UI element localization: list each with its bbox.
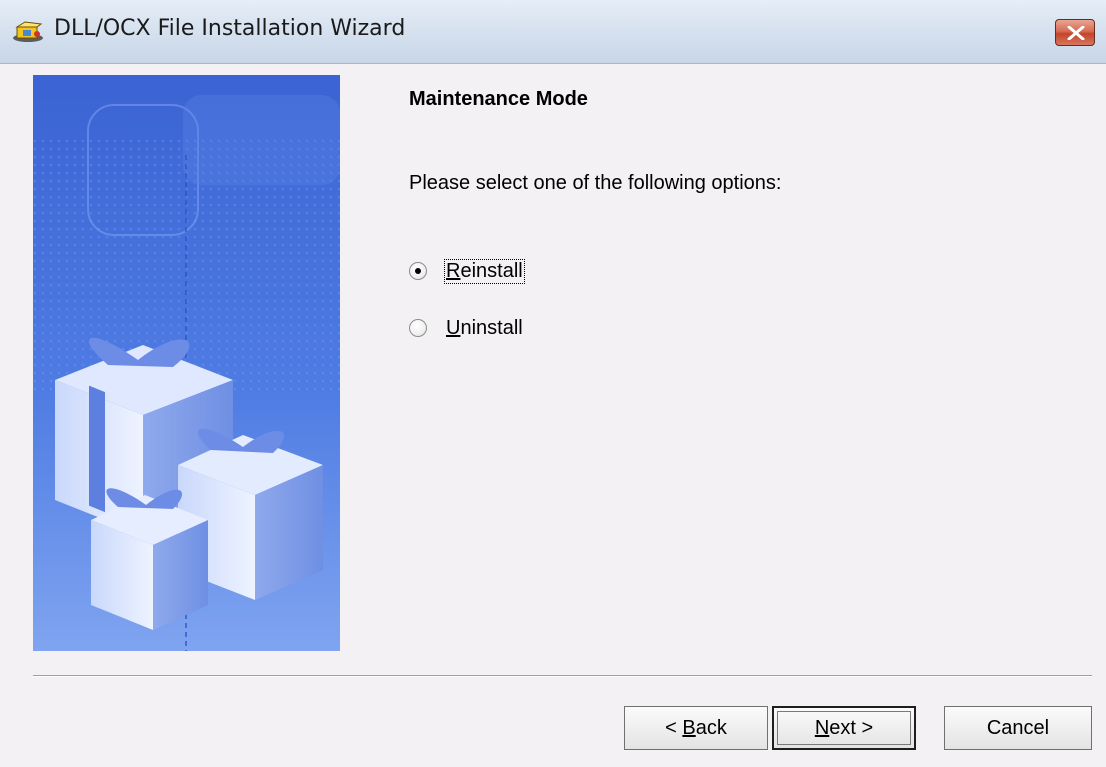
back-button[interactable]: < Back (624, 706, 768, 750)
window-title: DLL/OCX File Installation Wizard (54, 16, 406, 41)
cancel-button[interactable]: Cancel (944, 706, 1092, 750)
uninstall-label[interactable]: Uninstall (445, 317, 524, 340)
back-button-label: < Back (665, 717, 727, 740)
back-label-rest: ack (695, 716, 727, 739)
close-button[interactable] (1055, 19, 1095, 46)
uninstall-accesskey: U (446, 316, 461, 339)
uninstall-option[interactable]: Uninstall (409, 313, 524, 343)
next-accesskey: N (814, 716, 830, 739)
back-accesskey: B (682, 716, 696, 739)
instruction-text: Please select one of the following optio… (409, 172, 782, 194)
reinstall-radio[interactable] (409, 262, 427, 280)
reinstall-option[interactable]: Reinstall (409, 256, 525, 286)
reinstall-label[interactable]: Reinstall (444, 258, 525, 284)
next-button-label: Next > (815, 717, 873, 740)
title-bar[interactable]: DLL/OCX File Installation Wizard (0, 0, 1106, 64)
reinstall-label-rest: einstall (460, 259, 523, 282)
cancel-button-label: Cancel (986, 716, 1050, 739)
installer-window: DLL/OCX File Installation Wizard Mainten… (0, 0, 1106, 767)
wizard-banner-image (33, 75, 340, 651)
page-heading: Maintenance Mode (409, 88, 588, 110)
installer-box-icon (11, 21, 45, 43)
uninstall-label-rest: ninstall (460, 316, 523, 339)
footer-divider (33, 675, 1092, 677)
next-button[interactable]: Next > (772, 706, 916, 750)
close-icon (1067, 26, 1085, 40)
next-label-rest: ext > (829, 716, 874, 739)
uninstall-radio[interactable] (409, 319, 427, 337)
radio-selected-dot (415, 268, 421, 274)
back-button-prefix: < (665, 716, 683, 739)
reinstall-accesskey: R (446, 259, 461, 282)
